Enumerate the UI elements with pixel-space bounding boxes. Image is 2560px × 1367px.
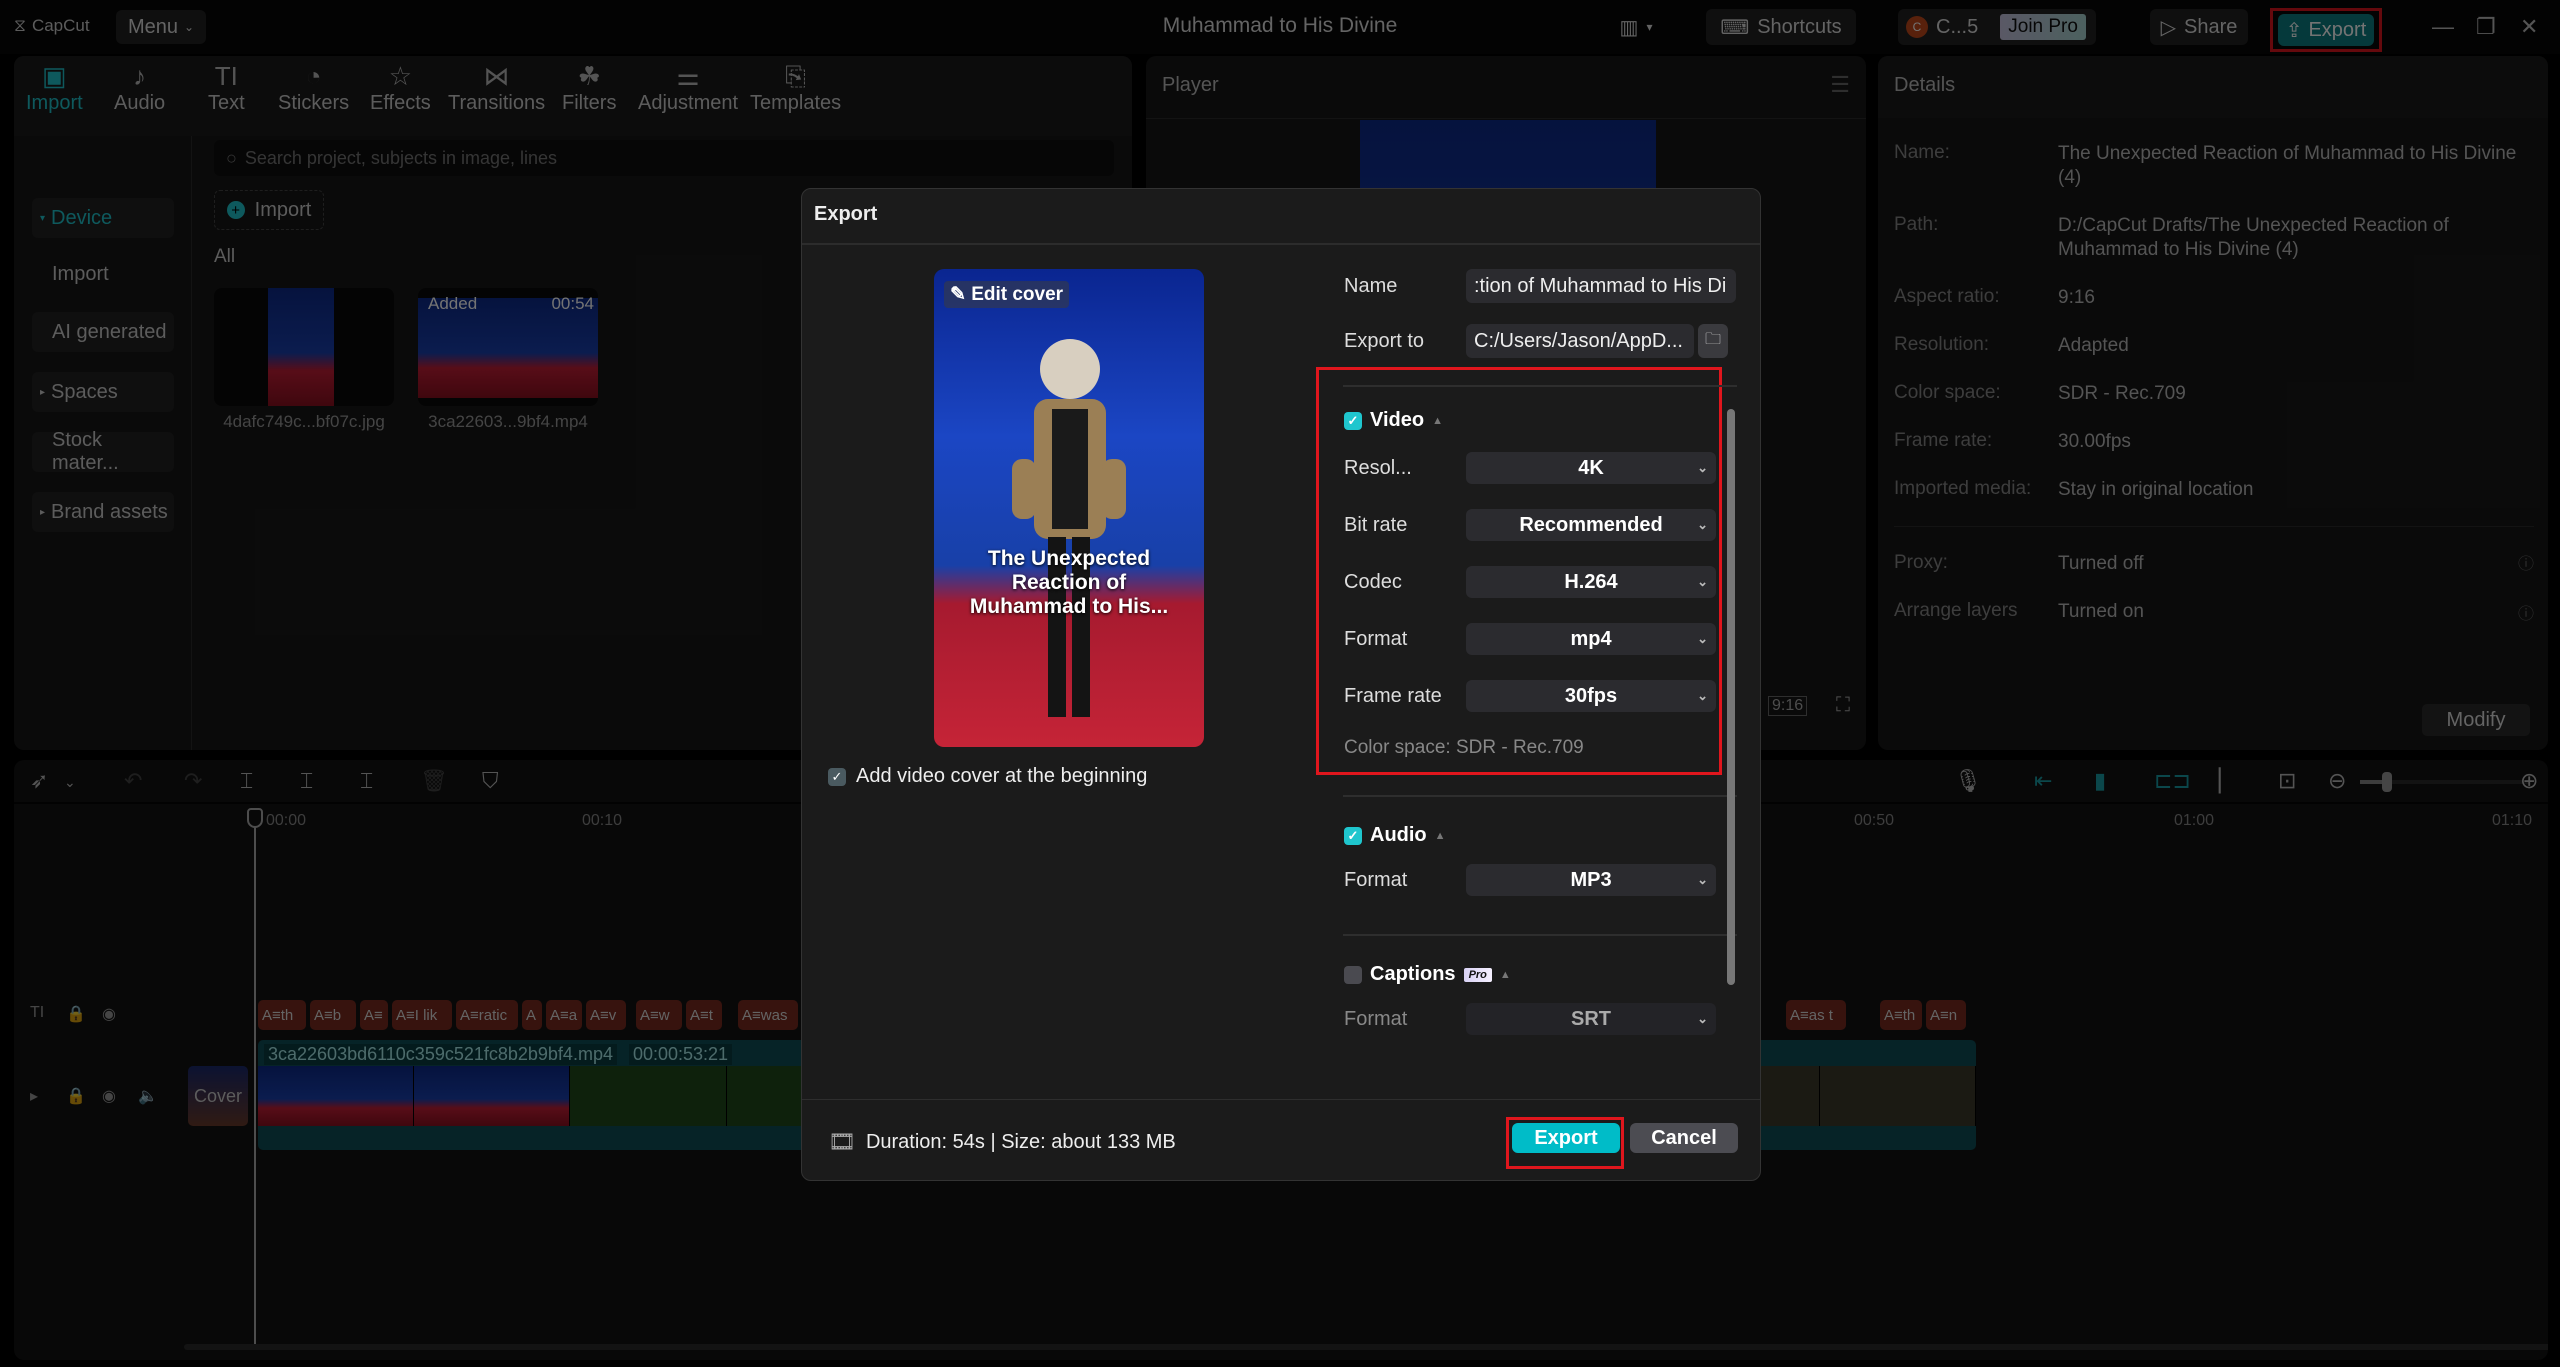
- codec-select[interactable]: H.264 ⌄: [1466, 566, 1716, 598]
- bitrate-row: Bit rate Recommended ⌄: [1344, 509, 1716, 541]
- resolution-select[interactable]: 4K ⌄: [1466, 452, 1716, 484]
- pencil-icon: ✎: [950, 284, 966, 305]
- divider: [802, 243, 1760, 245]
- divider: [1343, 385, 1737, 387]
- add-cover-checkbox[interactable]: ✓ Add video cover at the beginning: [828, 765, 1147, 788]
- divider: [1343, 934, 1737, 936]
- audio-format-select[interactable]: MP3 ⌄: [1466, 864, 1716, 896]
- caret-up-icon[interactable]: ▲: [1432, 415, 1443, 427]
- chevron-down-icon: ⌄: [1697, 574, 1708, 589]
- resolution-row: Resol... 4K ⌄: [1344, 452, 1716, 484]
- chevron-down-icon: ⌄: [1697, 517, 1708, 532]
- audio-format-row: Format MP3 ⌄: [1344, 864, 1716, 896]
- framerate-select[interactable]: 30fps ⌄: [1466, 680, 1716, 712]
- cover-caption: The Unexpected Reaction of Muhammad to H…: [969, 547, 1169, 618]
- export-button[interactable]: Export: [1512, 1123, 1620, 1153]
- cover-person-image: [1012, 339, 1126, 717]
- video-section-header[interactable]: ✓ Video ▲: [1344, 409, 1443, 432]
- folder-icon: 🗀: [1704, 330, 1721, 348]
- chevron-down-icon: ⌄: [1697, 872, 1708, 887]
- chevron-down-icon: ⌄: [1697, 631, 1708, 646]
- film-icon: 🎞: [828, 1129, 856, 1154]
- codec-row: Codec H.264 ⌄: [1344, 566, 1716, 598]
- name-row: Name :tion of Muhammad to His Di: [1344, 269, 1736, 303]
- chevron-down-icon: ⌄: [1697, 1011, 1708, 1026]
- export-path-input[interactable]: C:/Users/Jason/AppD...: [1466, 324, 1694, 358]
- export-dialog: Export ✎ Edit cover The Unexpected React…: [801, 188, 1761, 1181]
- framerate-row: Frame rate 30fps ⌄: [1344, 680, 1716, 712]
- folder-browse-button[interactable]: 🗀: [1698, 324, 1728, 358]
- pro-badge: Pro: [1463, 967, 1492, 982]
- captions-format-select[interactable]: SRT ⌄: [1466, 1003, 1716, 1035]
- captions-section-header[interactable]: Captions Pro ▲: [1344, 963, 1511, 986]
- chevron-down-icon: ⌄: [1697, 460, 1708, 475]
- color-space-info: Color space: SDR - Rec.709: [1344, 737, 1584, 758]
- cover-preview[interactable]: ✎ Edit cover The Unexpected Reaction of …: [934, 269, 1204, 747]
- divider: [1343, 795, 1737, 797]
- captions-format-row: Format SRT ⌄: [1344, 1003, 1716, 1035]
- settings-scrollbar[interactable]: [1727, 409, 1735, 985]
- video-format-select[interactable]: mp4 ⌄: [1466, 623, 1716, 655]
- name-input[interactable]: :tion of Muhammad to His Di: [1466, 269, 1736, 303]
- bitrate-select[interactable]: Recommended ⌄: [1466, 509, 1716, 541]
- video-checkbox[interactable]: ✓: [1344, 411, 1362, 430]
- audio-section-header[interactable]: ✓ Audio ▲: [1344, 824, 1446, 847]
- captions-checkbox[interactable]: [1344, 965, 1362, 984]
- cancel-button[interactable]: Cancel: [1630, 1123, 1738, 1153]
- export-to-row: Export to C:/Users/Jason/AppD... 🗀: [1344, 324, 1728, 358]
- caret-up-icon[interactable]: ▲: [1500, 969, 1511, 981]
- edit-cover-button[interactable]: ✎ Edit cover: [944, 281, 1070, 308]
- chevron-down-icon: ⌄: [1697, 688, 1708, 703]
- audio-checkbox[interactable]: ✓: [1344, 826, 1362, 845]
- checkbox-checked-icon: ✓: [828, 767, 846, 786]
- video-format-row: Format mp4 ⌄: [1344, 623, 1716, 655]
- export-summary: 🎞 Duration: 54s | Size: about 133 MB: [828, 1129, 1176, 1154]
- caret-up-icon[interactable]: ▲: [1435, 830, 1446, 842]
- dialog-title: Export: [814, 203, 878, 225]
- divider: [802, 1099, 1760, 1100]
